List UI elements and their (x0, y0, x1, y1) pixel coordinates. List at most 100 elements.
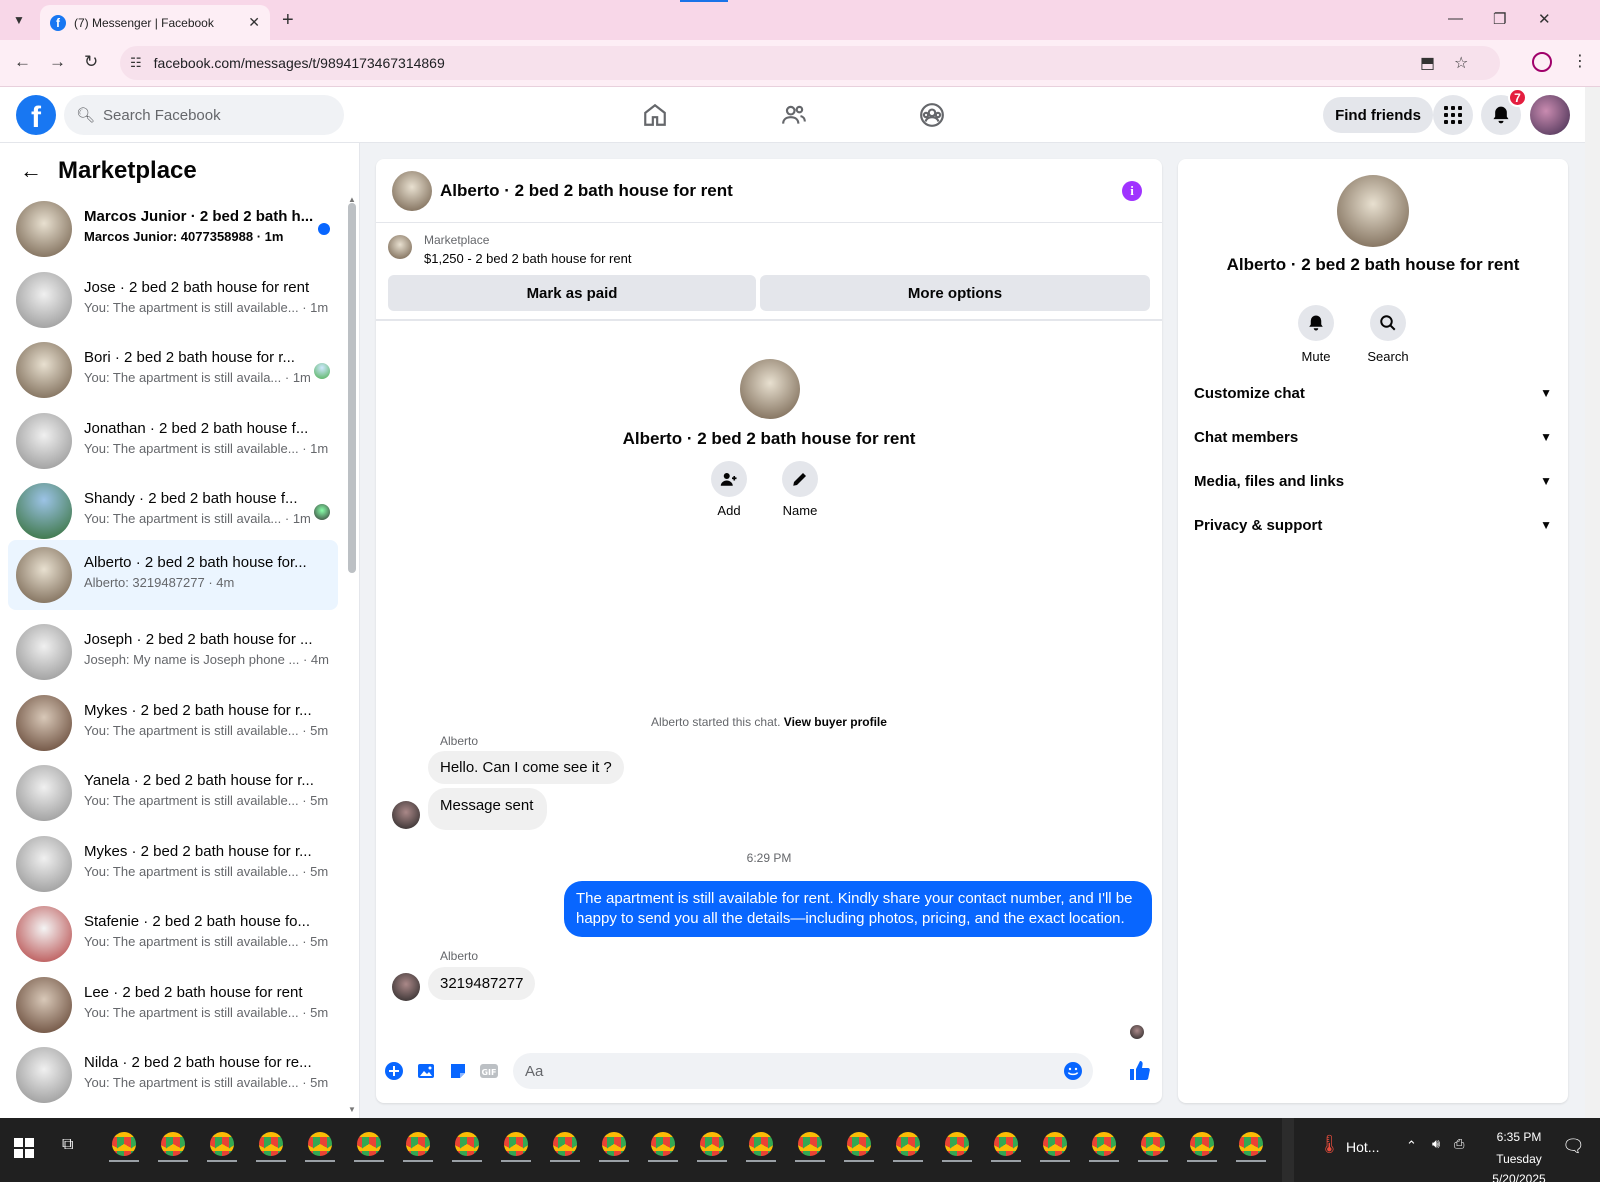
taskbar-app-icon[interactable] (357, 1132, 381, 1156)
gif-icon[interactable]: GIF (479, 1061, 499, 1081)
taskbar-app-icon[interactable] (112, 1132, 136, 1156)
taskbar-app-icon[interactable] (602, 1132, 626, 1156)
more-options-button[interactable]: More options (760, 275, 1150, 311)
message-input-box[interactable] (513, 1053, 1093, 1089)
conversation-item[interactable]: Joseph · 2 bed 2 bath house for ... Jose… (8, 617, 338, 687)
search-box[interactable]: 🔍︎ (64, 95, 344, 135)
bookmark-star-icon[interactable]: ☆ (1454, 53, 1468, 73)
conversation-item[interactable]: Mykes · 2 bed 2 bath house for r... You:… (8, 688, 338, 758)
omnibox[interactable]: ☷ facebook.com/messages/t/98941734673148… (120, 46, 1500, 80)
sender-avatar[interactable] (392, 801, 420, 829)
taskbar-app-icon[interactable] (749, 1132, 773, 1156)
minimize-icon[interactable]: — (1448, 10, 1463, 27)
clock-time[interactable]: 6:35 PM (1484, 1130, 1554, 1144)
sender-avatar[interactable] (392, 973, 420, 1001)
taskbar-app-icon[interactable] (406, 1132, 430, 1156)
windows-start-icon[interactable] (14, 1138, 34, 1158)
photo-icon[interactable] (416, 1061, 436, 1081)
tab-close-icon[interactable]: ✕ (248, 14, 260, 31)
forward-icon[interactable]: → (49, 52, 66, 72)
taskbar-app-icon[interactable] (210, 1132, 234, 1156)
taskbar-app-icon[interactable] (847, 1132, 871, 1156)
incoming-message[interactable]: 3219487277 (428, 967, 536, 1000)
conversation-info-icon[interactable]: i (1122, 181, 1142, 201)
volume-icon[interactable]: 🔊︎ (1432, 1136, 1440, 1152)
conversation-item[interactable]: Marcos Junior · 2 bed 2 bath h... Marcos… (8, 194, 338, 264)
taskbar-app-icon[interactable] (1239, 1132, 1263, 1156)
show-hidden-icons-icon[interactable]: ⌃ (1406, 1138, 1417, 1154)
edit-name-button[interactable]: Name (772, 461, 828, 518)
listing-price-title[interactable]: $1,250 - 2 bed 2 bath house for rent (424, 251, 631, 266)
tab-search-icon[interactable]: ▼ (8, 9, 30, 31)
details-avatar[interactable] (1337, 175, 1409, 247)
media-files-links-section[interactable]: Media, files and links ▼ (1194, 461, 1552, 501)
chat-title[interactable]: Alberto · 2 bed 2 bath house for rent (440, 181, 733, 201)
conversation-item[interactable]: Mykes · 2 bed 2 bath house for r... You:… (8, 829, 338, 899)
back-icon[interactable]: ← (14, 52, 31, 72)
conversation-item[interactable]: Jose · 2 bed 2 bath house for rent You: … (8, 265, 338, 335)
conversation-item[interactable]: Lee · 2 bed 2 bath house for rent You: T… (8, 970, 338, 1040)
taskbar-app-icon[interactable] (896, 1132, 920, 1156)
restore-icon[interactable]: ❐ (1493, 10, 1506, 28)
emoji-icon[interactable] (1063, 1061, 1083, 1084)
conversation-item[interactable]: Yanela · 2 bed 2 bath house for r... You… (8, 758, 338, 828)
search-input[interactable] (103, 106, 324, 124)
search-in-chat-button[interactable]: Search (1358, 305, 1418, 364)
taskbar-app-icon[interactable] (259, 1132, 283, 1156)
listing-thumbnail[interactable] (388, 235, 412, 259)
chat-members-section[interactable]: Chat members ▼ (1194, 417, 1552, 457)
view-buyer-profile-link[interactable]: View buyer profile (784, 715, 887, 729)
find-friends-button[interactable]: Find friends (1323, 97, 1433, 133)
taskbar-app-icon[interactable] (945, 1132, 969, 1156)
clock-day[interactable]: Tuesday (1484, 1152, 1554, 1166)
conversation-item[interactable]: Nilda · 2 bed 2 bath house for re... You… (8, 1040, 338, 1110)
taskbar-app-icon[interactable] (1190, 1132, 1214, 1156)
taskbar-app-icon[interactable] (1043, 1132, 1067, 1156)
taskbar-app-icon[interactable] (1141, 1132, 1165, 1156)
sticker-icon[interactable] (448, 1061, 468, 1081)
outgoing-message[interactable]: The apartment is still available for ren… (564, 881, 1152, 937)
thumbs-up-icon[interactable] (1128, 1061, 1152, 1081)
browser-menu-icon[interactable]: ⋮ (1572, 51, 1588, 71)
taskbar-app-icon[interactable] (994, 1132, 1018, 1156)
taskbar-app-icon[interactable] (651, 1132, 675, 1156)
taskbar-app-icon[interactable] (1092, 1132, 1116, 1156)
new-tab-icon[interactable]: + (282, 9, 294, 32)
weather-thermometer-icon[interactable]: 🌡︎ (1318, 1134, 1341, 1155)
taskbar-app-icon[interactable] (798, 1132, 822, 1156)
customize-chat-section[interactable]: Customize chat ▼ (1194, 373, 1552, 413)
privacy-support-section[interactable]: Privacy & support ▼ (1194, 505, 1552, 545)
menu-grid-icon[interactable] (1433, 95, 1473, 135)
task-view-icon[interactable]: ⧉ (62, 1136, 73, 1154)
groups-icon[interactable] (916, 99, 948, 131)
conversation-item[interactable]: Stafenie · 2 bed 2 bath house fo... You:… (8, 899, 338, 969)
conversation-item[interactable]: Bori · 2 bed 2 bath house for r... You: … (8, 335, 338, 405)
notification-center-icon[interactable]: 🗨︎ (1562, 1136, 1585, 1157)
taskbar-app-icon[interactable] (308, 1132, 332, 1156)
scroll-down-icon[interactable]: ▼ (348, 1105, 356, 1114)
friends-icon[interactable] (778, 99, 810, 131)
browser-profile-icon[interactable] (1532, 52, 1552, 72)
plus-circle-icon[interactable] (384, 1061, 404, 1081)
chat-header-avatar[interactable] (392, 171, 432, 211)
clock-date[interactable]: 5/20/2025 (1484, 1172, 1554, 1182)
back-arrow-icon[interactable]: ← (20, 158, 42, 184)
taskbar-app-icon[interactable] (455, 1132, 479, 1156)
incoming-message[interactable]: Message sent (428, 788, 548, 830)
reload-icon[interactable]: ↻ (84, 52, 98, 72)
taskbar-app-icon[interactable] (504, 1132, 528, 1156)
window-close-icon[interactable]: ✕ (1538, 10, 1551, 28)
facebook-logo-icon[interactable]: f (16, 95, 56, 135)
incoming-message[interactable]: Hello. Can I come see it ? (428, 751, 624, 784)
taskbar-app-icon[interactable] (161, 1132, 185, 1156)
home-icon[interactable] (639, 99, 671, 131)
taskbar-app-icon[interactable] (553, 1132, 577, 1156)
conversation-item-active[interactable]: Alberto · 2 bed 2 bath house for... Albe… (8, 540, 338, 610)
conversation-list-scrollbar[interactable] (348, 203, 356, 573)
conversation-item[interactable]: Jonathan · 2 bed 2 bath house f... You: … (8, 406, 338, 476)
mute-button[interactable]: Mute (1286, 305, 1346, 364)
site-info-icon[interactable]: ☷ (130, 55, 142, 71)
add-people-button[interactable]: Add (701, 461, 757, 518)
weather-text[interactable]: Hot... (1346, 1139, 1379, 1155)
camera-icon[interactable]: ⎙ (1454, 1136, 1464, 1152)
